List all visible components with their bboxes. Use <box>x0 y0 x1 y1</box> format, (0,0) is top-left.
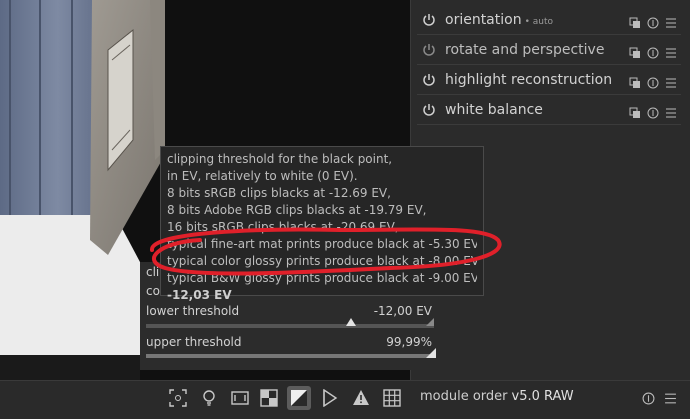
tooltip: clipping threshold for the black point, … <box>160 146 484 302</box>
multi-instance-icon[interactable] <box>629 74 641 88</box>
tooltip-line: typical color glossy prints produce blac… <box>167 254 477 268</box>
module-label: white balance <box>445 102 543 118</box>
reset-icon[interactable] <box>647 44 659 59</box>
module-order[interactable]: module order v5.0 RAW <box>420 389 574 404</box>
bulb-icon[interactable] <box>197 386 221 410</box>
tooltip-line: 8 bits Adobe RGB clips blacks at -19.79 … <box>167 203 427 217</box>
bottom-toolbar: module order v5.0 RAW <box>0 380 690 419</box>
upper-threshold-label: upper threshold <box>146 335 242 349</box>
reset-icon[interactable] <box>647 104 659 119</box>
slider-marker-icon[interactable] <box>426 348 436 358</box>
lower-threshold-value[interactable]: -12,00 EV <box>374 304 432 318</box>
presets-icon[interactable] <box>665 44 677 58</box>
clipping-icon[interactable] <box>257 386 281 410</box>
tooltip-value: -12,03 EV <box>167 288 232 302</box>
upper-threshold-value[interactable]: 99,99% <box>386 335 432 349</box>
softproof-icon[interactable] <box>287 386 311 410</box>
tooltip-line: 8 bits sRGB clips blacks at -12.69 EV, <box>167 186 391 200</box>
guides-icon[interactable] <box>380 386 404 410</box>
presets-icon[interactable] <box>665 14 677 28</box>
reset-icon[interactable] <box>647 14 659 29</box>
module-label: highlight reconstruction <box>445 72 613 88</box>
multi-instance-icon[interactable] <box>629 104 641 118</box>
presets-icon[interactable] <box>665 104 677 118</box>
presets-icon[interactable] <box>662 386 678 410</box>
module-highlight-reconstruction[interactable]: highlight reconstruction <box>417 66 681 95</box>
module-order-label: module order <box>420 389 508 404</box>
tooltip-line: typical fine-art mat prints produce blac… <box>167 237 477 251</box>
multi-instance-icon[interactable] <box>629 44 641 58</box>
clipped-label: cli <box>146 265 160 279</box>
module-white-balance[interactable]: white balance <box>417 96 681 125</box>
lower-threshold-slider[interactable] <box>146 324 434 328</box>
module-order-value: v5.0 RAW <box>511 389 574 404</box>
presets-icon[interactable] <box>665 74 677 88</box>
tooltip-line: in EV, relatively to white (0 EV). <box>167 169 358 183</box>
gamut-check-icon[interactable] <box>349 386 373 410</box>
power-icon[interactable] <box>421 12 437 28</box>
module-label: rotate and perspective <box>445 42 605 58</box>
power-icon[interactable] <box>421 42 437 58</box>
focus-peaking-icon[interactable] <box>166 386 190 410</box>
lower-threshold-label: lower threshold <box>146 304 240 318</box>
reset-icon[interactable] <box>647 74 659 89</box>
module-orientation[interactable]: orientation • auto <box>417 6 681 35</box>
power-icon[interactable] <box>421 72 437 88</box>
tooltip-line: clipping threshold for the black point, <box>167 152 393 166</box>
power-icon[interactable] <box>421 102 437 118</box>
slider-end-icon <box>426 318 434 326</box>
color-assessment-icon[interactable] <box>318 386 342 410</box>
slider-marker-icon[interactable] <box>346 318 356 326</box>
upper-threshold-slider[interactable] <box>146 354 434 358</box>
clipped-label: co <box>146 284 160 298</box>
module-sublabel: • auto <box>524 17 554 27</box>
raw-overexposed-icon[interactable] <box>228 386 252 410</box>
module-rotate-perspective[interactable]: rotate and perspective <box>417 36 681 65</box>
module-label: orientation • auto <box>445 12 554 28</box>
reset-icon[interactable] <box>640 386 656 410</box>
tooltip-line: 16 bits sRGB clips blacks at -20.69 EV, <box>167 220 399 234</box>
tooltip-line: typical B&W glossy prints produce black … <box>167 271 477 285</box>
multi-instance-icon[interactable] <box>629 14 641 28</box>
